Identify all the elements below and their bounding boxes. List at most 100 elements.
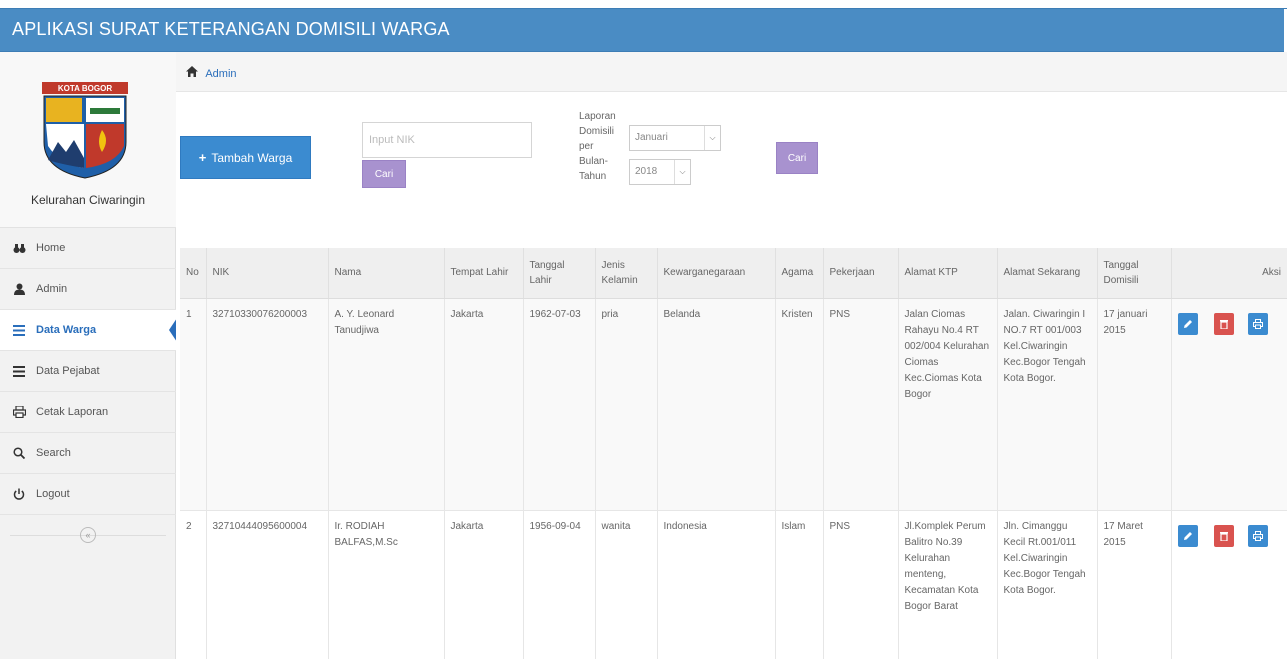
add-warga-label: Tambah Warga [211,150,293,165]
cell-jenis-kelamin: pria [595,298,658,511]
plus-icon: + [198,150,207,165]
laporan-label-line: Bulan- [579,156,608,167]
cell-kewarganegaraan: Indonesia [657,510,776,659]
power-icon [12,487,26,501]
binoculars-icon [12,241,26,255]
sidebar-item-label: Cetak Laporan [36,406,109,418]
column-header: Pekerjaan [823,248,899,299]
list-icon [12,323,26,337]
table-row: 2 32710444095600004 Ir. RODIAH BALFAS,M.… [180,510,1287,659]
sidebar-item-admin[interactable]: Admin [0,269,176,310]
cell-nik: 32710444095600004 [206,510,329,659]
list-icon [12,364,26,378]
brand-area: KOTA BOGOR Kelurahan Ciwaringin [0,52,176,228]
laporan-label-line: Laporan [579,111,616,122]
cell-no: 1 [180,298,207,511]
chevron-down-icon: ⌵ [674,160,690,184]
laporan-label-line: per [579,141,594,152]
cell-alamat-ktp: Jl.Komplek Perum Balitro No.39 Kelurahan… [898,510,998,659]
tahun-select-value: 2018 [635,166,658,177]
breadcrumb: Admin [186,66,237,80]
sidebar-item-home[interactable]: Home [0,228,176,269]
cell-pekerjaan: PNS [823,298,899,511]
sidebar-item-label: Data Warga [36,324,97,336]
trash-icon [1219,531,1228,541]
bulan-select-value: Januari [635,132,668,143]
home-icon [186,66,201,80]
bulan-select[interactable]: Januari ⌵ [629,125,721,151]
column-header: Jenis Kelamin [595,248,658,299]
delete-button[interactable] [1213,524,1234,547]
brand-name: Kelurahan Ciwaringin [30,193,146,207]
sidebar-item-search[interactable]: Search [0,433,176,474]
column-header: NIK [206,248,329,299]
cell-alamat-sekarang: Jalan. Ciwaringin I NO.7 RT 001/003 Kel.… [997,298,1098,511]
column-header: Tanggal Domisili [1097,248,1172,299]
tahun-select[interactable]: 2018 ⌵ [629,159,691,185]
cell-alamat-sekarang: Jln. Cimanggu Kecil Rt.001/011 Kel.Ciwar… [997,510,1098,659]
cell-agama: Islam [775,510,824,659]
cell-no: 2 [180,510,207,659]
sidebar-item-label: Logout [36,488,70,500]
column-header: Tempat Lahir [444,248,524,299]
cell-aksi [1171,298,1287,511]
column-header: Tanggal Lahir [523,248,596,299]
pencil-icon [1183,319,1192,328]
user-icon [12,282,26,296]
cell-tanggal-domisili: 17 Maret 2015 [1097,510,1172,659]
cell-tanggal-lahir: 1956-09-04 [523,510,596,659]
top-bar: APLIKASI SURAT KETERANGAN DOMISILI WARGA [0,8,1287,53]
data-warga-table-wrap: No NIK Nama Tempat Lahir Tanggal Lahir J… [180,248,1287,659]
print-icon [12,405,26,419]
print-button[interactable] [1247,524,1268,547]
sidebar-item-data-warga[interactable]: Data Warga [0,310,177,351]
cell-kewarganegaraan: Belanda [657,298,776,511]
edit-button[interactable] [1177,312,1198,335]
edit-button[interactable] [1177,524,1198,547]
breadcrumb-admin-link[interactable]: Admin [205,68,236,80]
add-warga-button[interactable]: + Tambah Warga [180,136,311,179]
breadcrumb-bar: Admin [176,52,1287,92]
laporan-label-line: Domisili [579,126,614,137]
collapse-sidebar-button[interactable]: « [80,527,96,543]
print-icon [1252,530,1263,541]
print-button[interactable] [1247,312,1268,335]
column-header: Alamat KTP [898,248,998,299]
cell-tempat-lahir: Jakarta [444,510,524,659]
cell-nama: A. Y. Leonard Tanudjiwa [328,298,445,511]
column-header-aksi: Aksi [1171,248,1287,299]
cell-nik: 32710330076200003 [206,298,329,511]
cell-alamat-ktp: Jalan Ciomas Rahayu No.4 RT 002/004 Kelu… [898,298,998,511]
sidebar-item-label: Search [36,447,71,459]
sidebar-item-cetak-laporan[interactable]: Cetak Laporan [0,392,176,433]
table-header-row: No NIK Nama Tempat Lahir Tanggal Lahir J… [180,248,1287,299]
cari-laporan-button[interactable]: Cari [776,142,818,174]
nik-search-input[interactable] [362,122,532,158]
cari-nik-button[interactable]: Cari [362,160,406,188]
trash-icon [1219,319,1228,329]
sidebar-item-data-pejabat[interactable]: Data Pejabat [0,351,176,392]
main-content: Admin + Tambah Warga Cari Laporan Domisi… [176,52,1287,659]
data-warga-table: No NIK Nama Tempat Lahir Tanggal Lahir J… [180,248,1287,659]
column-header: Agama [775,248,824,299]
cell-agama: Kristen [775,298,824,511]
laporan-label-line: Tahun [579,171,607,182]
cell-jenis-kelamin: wanita [595,510,658,659]
sidebar-item-logout[interactable]: Logout [0,474,176,515]
sidebar-nav: Home Admin Data Warga Data Pejabat Cetak… [0,228,177,556]
search-icon [12,446,26,460]
cell-pekerjaan: PNS [823,510,899,659]
cell-tanggal-domisili: 17 januari 2015 [1097,298,1172,511]
sidebar: KOTA BOGOR Kelurahan Ciwaringin Home Adm… [0,52,177,659]
cell-tempat-lahir: Jakarta [444,298,524,511]
logo-text: KOTA BOGOR [58,84,112,93]
cell-tanggal-lahir: 1962-07-03 [523,298,596,511]
cell-aksi [1171,510,1287,659]
column-header: Kewarganegaraan [657,248,776,299]
app-title: APLIKASI SURAT KETERANGAN DOMISILI WARGA [12,19,450,39]
pencil-icon [1183,531,1192,540]
sidebar-item-label: Admin [36,283,68,295]
chevron-down-icon: ⌵ [704,126,720,150]
delete-button[interactable] [1213,312,1234,335]
cell-nama: Ir. RODIAH BALFAS,M.Sc [328,510,445,659]
